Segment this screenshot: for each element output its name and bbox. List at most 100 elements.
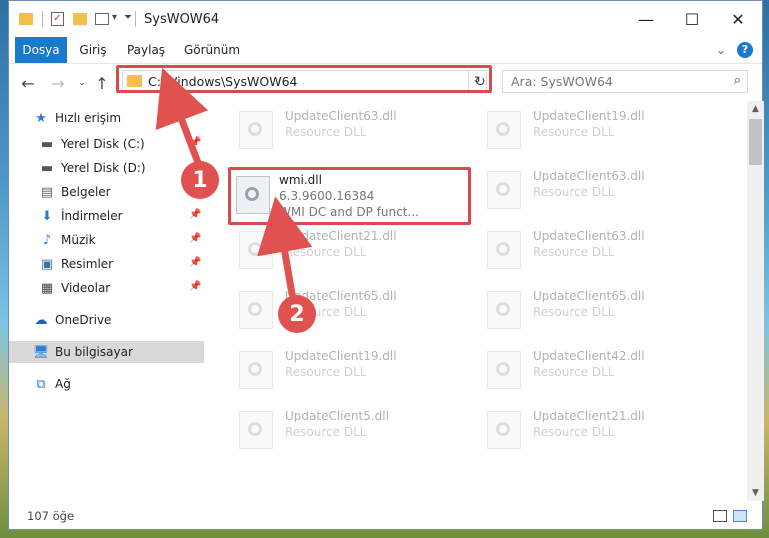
dll-file-icon: [239, 231, 273, 269]
properties-icon[interactable]: ✓: [51, 12, 64, 26]
new-folder-icon[interactable]: [73, 13, 87, 25]
pin-icon: 📌: [189, 137, 202, 148]
forward-arrow-icon[interactable]: →: [47, 72, 69, 94]
list-item[interactable]: UpdateClient65.dll Resource DLL: [229, 283, 461, 335]
sidebar-item-disk-c[interactable]: ▬ Yerel Disk (C:) 📌: [9, 133, 204, 155]
list-item[interactable]: UpdateClient42.dll Resource DLL: [477, 343, 709, 395]
file-description: Resource DLL: [285, 125, 367, 139]
ribbon-expand-icon[interactable]: ⌄: [713, 37, 729, 63]
file-description: Resource DLL: [533, 125, 615, 139]
dll-file-icon: [239, 351, 273, 389]
sidebar-item-quick-access[interactable]: ★ Hızlı erişim: [9, 107, 204, 129]
explorer-window: ✓ ▾ ⏷ SysWOW64 — ☐ ✕ Dosya Giriş Paylaş …: [8, 0, 764, 530]
customize-toolbar-icon[interactable]: [95, 13, 109, 25]
minimize-button[interactable]: —: [623, 1, 669, 37]
dll-file-icon: [487, 111, 521, 149]
list-item[interactable]: UpdateClient63.dll Resource DLL: [477, 223, 709, 275]
sidebar-item-label: Müzik: [61, 233, 96, 247]
sidebar-item-documents[interactable]: ▤ Belgeler 📌: [9, 181, 204, 203]
computer-icon: 🖥: [32, 344, 50, 360]
file-name: UpdateClient21.dll: [533, 409, 645, 423]
pin-icon: 📌: [189, 233, 202, 244]
file-name: UpdateClient65.dll: [533, 289, 645, 303]
vertical-scrollbar[interactable]: ▲ ▼: [747, 101, 764, 501]
sidebar-item-pictures[interactable]: ▣ Resimler 📌: [9, 253, 204, 275]
sidebar-item-label: Ağ: [55, 377, 71, 391]
tab-share[interactable]: Paylaş: [123, 37, 169, 63]
tab-home[interactable]: Giriş: [73, 37, 113, 63]
pin-icon: 📌: [189, 209, 202, 220]
dll-file-icon: [487, 291, 521, 329]
back-arrow-icon[interactable]: ←: [17, 72, 39, 94]
dll-file-icon: [236, 176, 270, 214]
pictures-icon: ▣: [40, 256, 54, 272]
window-title: SysWOW64: [144, 12, 220, 27]
file-name: UpdateClient63.dll: [533, 169, 645, 183]
sidebar-item-onedrive[interactable]: ☁ OneDrive: [9, 309, 204, 331]
file-description: Resource DLL: [285, 245, 367, 259]
dll-file-icon: [239, 411, 273, 449]
dll-file-icon: [239, 111, 273, 149]
help-icon[interactable]: ?: [737, 42, 753, 58]
list-item[interactable]: UpdateClient63.dll Resource DLL: [477, 163, 709, 215]
item-count: 107 öğe: [27, 509, 75, 523]
file-description: Resource DLL: [533, 305, 615, 319]
sidebar-item-music[interactable]: ♪ Müzik 📌: [9, 229, 204, 251]
large-icons-view-icon[interactable]: [733, 510, 747, 522]
folder-icon: [19, 13, 33, 25]
tab-view[interactable]: Görünüm: [181, 37, 243, 63]
details-view-icon[interactable]: [713, 510, 727, 522]
sidebar-item-label: Yerel Disk (C:): [61, 137, 145, 151]
dll-file-icon: [487, 351, 521, 389]
search-input[interactable]: Ara: SysWOW64 ⌕: [502, 70, 748, 93]
sidebar-item-disk-d[interactable]: ▬ Yerel Disk (D:) 📌: [9, 157, 204, 179]
list-item[interactable]: UpdateClient65.dll Resource DLL: [477, 283, 709, 335]
search-placeholder: Ara: SysWOW64: [511, 74, 613, 89]
file-name: UpdateClient19.dll: [533, 109, 645, 123]
sidebar-item-network[interactable]: ⧉ Ağ: [9, 373, 204, 395]
search-icon: ⌕: [733, 73, 741, 88]
sidebar-item-label: Bu bilgisayar: [55, 345, 133, 359]
file-name: UpdateClient63.dll: [533, 229, 645, 243]
file-description: Resource DLL: [533, 185, 615, 199]
file-name: UpdateClient42.dll: [533, 349, 645, 363]
sidebar-item-label: İndirmeler: [61, 209, 123, 223]
sidebar-item-videos[interactable]: ▦ Videolar 📌: [9, 277, 204, 299]
list-item[interactable]: UpdateClient19.dll Resource DLL: [477, 103, 709, 155]
sidebar-item-label: Resimler: [61, 257, 114, 271]
scroll-up-icon[interactable]: ▲: [747, 101, 764, 117]
file-name: UpdateClient21.dll: [285, 229, 397, 243]
downloads-icon: ⬇: [41, 208, 53, 224]
list-item[interactable]: UpdateClient21.dll Resource DLL: [477, 403, 709, 455]
ribbon-tabs: Dosya Giriş Paylaş Görünüm ⌄ ?: [9, 37, 762, 64]
callout-badge-1: 1: [181, 161, 219, 199]
close-button[interactable]: ✕: [715, 1, 761, 37]
address-highlight: [116, 65, 492, 93]
file-name: UpdateClient5.dll: [285, 409, 389, 423]
list-item[interactable]: UpdateClient63.dll Resource DLL: [229, 103, 461, 155]
sidebar-item-label: Hızlı erişim: [55, 111, 122, 125]
dll-file-icon: [487, 171, 521, 209]
recent-locations-icon[interactable]: ⌄: [71, 72, 93, 94]
scroll-thumb[interactable]: [749, 119, 762, 165]
list-item[interactable]: UpdateClient5.dll Resource DLL: [229, 403, 461, 455]
maximize-button[interactable]: ☐: [669, 1, 715, 37]
chevron-down-icon[interactable]: ▾: [112, 12, 117, 28]
tab-file[interactable]: Dosya: [15, 37, 67, 63]
navigation-pane: ★ Hızlı erişim ▬ Yerel Disk (C:) 📌 ▬ Yer…: [9, 101, 204, 501]
sidebar-item-downloads[interactable]: ⬇ İndirmeler 📌: [9, 205, 204, 227]
documents-icon: ▤: [40, 184, 54, 200]
list-item[interactable]: UpdateClient19.dll Resource DLL: [229, 343, 461, 395]
list-item[interactable]: UpdateClient21.dll Resource DLL: [229, 223, 461, 275]
file-name: UpdateClient63.dll: [285, 109, 397, 123]
drive-icon: ▬: [40, 160, 54, 176]
network-icon: ⧉: [36, 376, 46, 392]
quick-access-dropdown-icon[interactable]: ⏷: [124, 12, 132, 28]
file-name: UpdateClient19.dll: [285, 349, 397, 363]
up-arrow-icon[interactable]: ↑: [91, 72, 113, 94]
pin-icon: 📌: [189, 281, 202, 292]
sidebar-item-this-pc[interactable]: 🖥 Bu bilgisayar: [9, 341, 204, 363]
scroll-down-icon[interactable]: ▼: [747, 485, 764, 501]
file-version: 6.3.9600.16384: [279, 189, 375, 203]
wmi-dll-item[interactable]: wmi.dll 6.3.9600.16384 WMI DC and DP fun…: [228, 167, 471, 225]
